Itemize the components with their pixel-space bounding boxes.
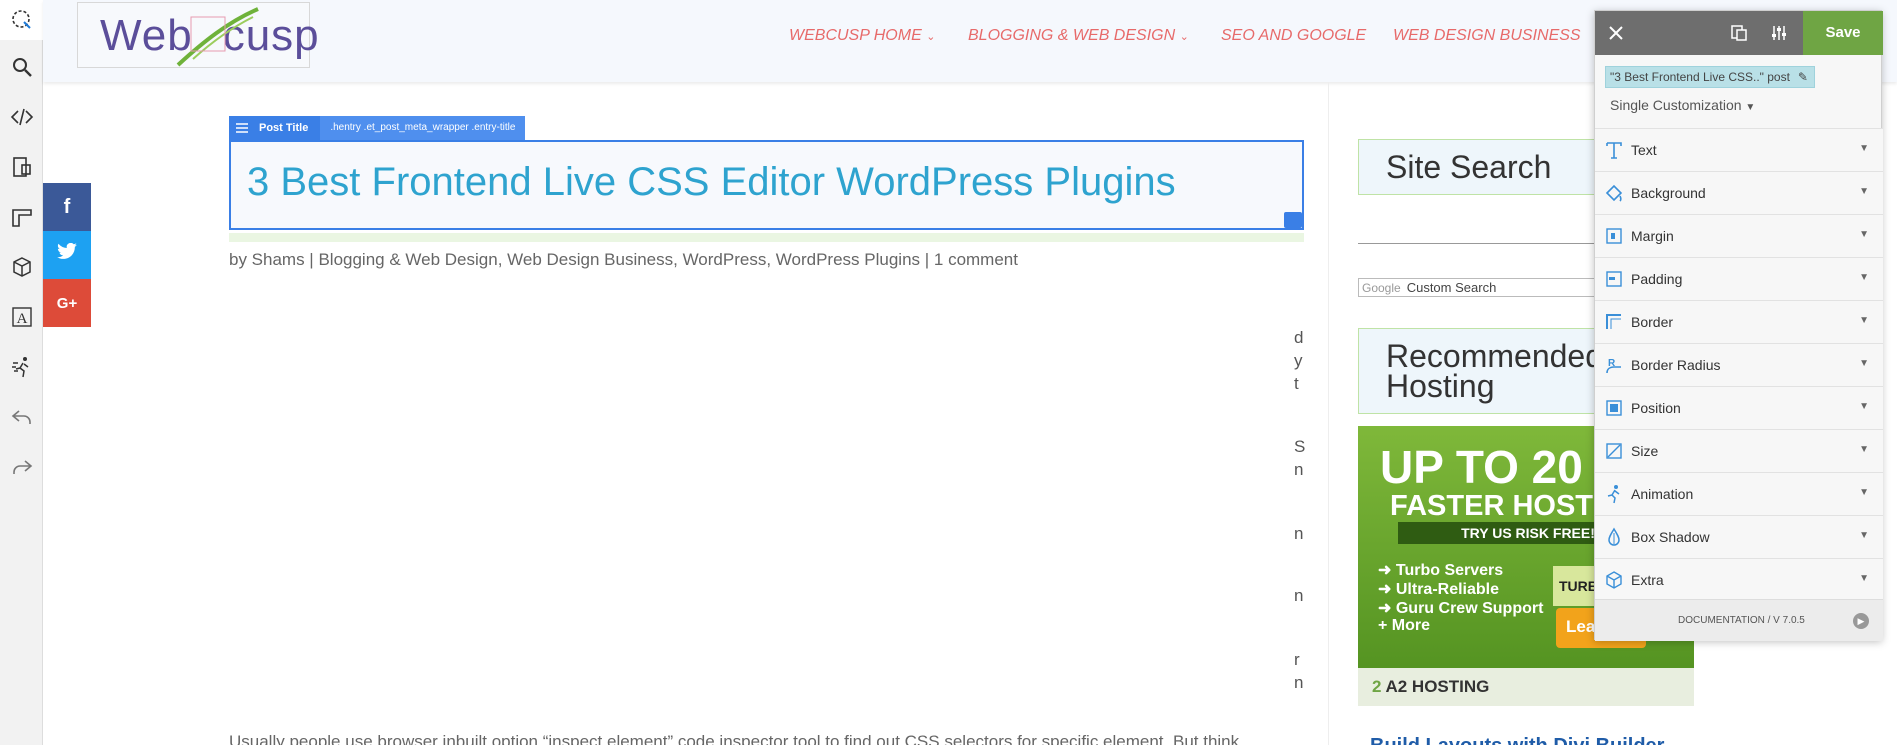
- ruler-icon[interactable]: [0, 197, 43, 237]
- section-position[interactable]: Position ▼: [1595, 387, 1883, 430]
- section-border-radius[interactable]: R Border Radius ▼: [1595, 344, 1883, 387]
- text-fragment: n: [1294, 673, 1304, 692]
- text-fragment: n: [1294, 460, 1304, 479]
- menu-icon[interactable]: [229, 116, 255, 140]
- post-meta: by Shams | Blogging & Web Design, Web De…: [229, 250, 1018, 269]
- customization-dropdown[interactable]: Single Customization ▼: [1610, 97, 1755, 113]
- text-fragment: t: [1294, 374, 1299, 393]
- post-title: 3 Best Frontend Live CSS Editor WordPres…: [247, 160, 1176, 204]
- section-extra[interactable]: Extra ▼: [1595, 559, 1883, 602]
- text-fragment: r: [1294, 650, 1300, 669]
- custom-search-placeholder: Custom Search: [1406, 280, 1497, 295]
- background-icon: [1605, 184, 1623, 202]
- content-divider: [1328, 82, 1329, 745]
- save-button[interactable]: Save: [1803, 11, 1883, 55]
- padding-icon: [1606, 271, 1622, 287]
- section-border[interactable]: Border ▼: [1595, 301, 1883, 344]
- chevron-down-icon: ⌄: [926, 31, 936, 43]
- cube-icon[interactable]: [0, 247, 43, 287]
- element-tag-bar[interactable]: Post Title .hentry .et_post_meta_wrapper…: [229, 116, 526, 140]
- post-title-selected-box[interactable]: 3 Best Frontend Live CSS Editor WordPres…: [229, 140, 1304, 230]
- panel-footer: DOCUMENTATION / V 7.0.5 ▶: [1595, 599, 1883, 641]
- search-icon[interactable]: [0, 47, 43, 87]
- cube-icon: [1606, 571, 1622, 589]
- section-size[interactable]: Size ▼: [1595, 430, 1883, 473]
- size-icon: [1606, 443, 1622, 459]
- text-fragment: n: [1294, 524, 1304, 543]
- site-logo[interactable]: Web cusp: [77, 2, 319, 68]
- border-radius-icon: R: [1606, 358, 1621, 374]
- pencil-icon[interactable]: ✎: [1798, 67, 1808, 87]
- settings-sliders-icon[interactable]: [1759, 11, 1799, 55]
- ad-subheadline: FASTER HOST: [1390, 490, 1594, 522]
- facebook-icon: f: [63, 195, 71, 218]
- responsive-icon[interactable]: [1719, 11, 1759, 55]
- documentation-link[interactable]: DOCUMENTATION / V 7.0.5: [1678, 615, 1805, 626]
- post-body-text: Usually people use browser inbuilt optio…: [229, 732, 1240, 745]
- undo-icon[interactable]: [0, 397, 43, 437]
- selector-icon[interactable]: [0, 0, 43, 40]
- element-tag-label: Post Title: [255, 116, 321, 140]
- code-icon[interactable]: [0, 97, 43, 137]
- css-editor-panel: Save "3 Best Frontend Live CSS.." post ✎…: [1594, 10, 1883, 641]
- animation-icon[interactable]: [0, 347, 43, 387]
- chevron-down-icon: ⌄: [1179, 31, 1189, 43]
- svg-text:A: A: [16, 311, 27, 327]
- close-icon[interactable]: [1595, 11, 1637, 55]
- ad-footer: 2 A2 HOSTING: [1358, 668, 1694, 706]
- nav-web-design-business[interactable]: WEB DESIGN BUSINESS: [1393, 27, 1581, 45]
- resize-icon[interactable]: [1284, 212, 1302, 228]
- layout-icon[interactable]: [0, 147, 43, 187]
- section-padding[interactable]: Padding ▼: [1595, 258, 1883, 301]
- chevron-down-icon: ▼: [1745, 102, 1756, 113]
- logo-leaf-icon: [176, 7, 259, 67]
- border-icon: [1606, 314, 1621, 329]
- search-divider: [1358, 243, 1598, 244]
- text-fragment: d: [1294, 328, 1304, 347]
- ad-bullet: + More: [1378, 617, 1431, 634]
- text-fragment: n: [1294, 586, 1304, 605]
- twitter-share-button[interactable]: [43, 231, 91, 279]
- ad-bullet: Guru Crew Support: [1395, 600, 1544, 617]
- drop-icon: [1608, 527, 1620, 546]
- margin-icon: [1606, 228, 1622, 244]
- play-icon[interactable]: ▶: [1853, 613, 1869, 629]
- post-chip[interactable]: "3 Best Frontend Live CSS.." post ✎: [1605, 66, 1815, 88]
- animation-icon: [1607, 485, 1620, 504]
- text-icon: [1606, 142, 1622, 159]
- google-brand: Google: [1362, 281, 1401, 295]
- nav-seo-and-google[interactable]: SEO AND GOOGLE: [1221, 27, 1366, 45]
- ad-bullet: Ultra-Reliable: [1395, 581, 1499, 598]
- redo-icon[interactable]: [0, 447, 43, 487]
- title-margin-highlight: [229, 233, 1304, 242]
- section-background[interactable]: Background ▼: [1595, 172, 1883, 215]
- ad-bullet: Turbo Servers: [1395, 562, 1504, 579]
- nav-blogging-web-design[interactable]: BLOGGING & WEB DESIGN ⌄: [968, 27, 1189, 45]
- element-css-selector: .hentry .et_post_meta_wrapper .entry-tit…: [320, 116, 526, 140]
- text-fragment: y: [1294, 351, 1303, 370]
- googleplus-icon: G+: [56, 294, 78, 312]
- left-toolbar: A: [0, 0, 43, 745]
- twitter-icon: [56, 242, 78, 267]
- googleplus-share-button[interactable]: G+: [43, 279, 91, 327]
- position-icon: [1606, 400, 1622, 416]
- custom-search-input[interactable]: Google Custom Search: [1358, 278, 1598, 297]
- facebook-share-button[interactable]: f: [43, 183, 91, 231]
- section-margin[interactable]: Margin ▼: [1595, 215, 1883, 258]
- font-icon[interactable]: A: [0, 297, 43, 337]
- section-animation[interactable]: Animation ▼: [1595, 473, 1883, 516]
- ad-headline: UP TO 20: [1380, 441, 1583, 493]
- divi-builder-link[interactable]: Build Layouts with Divi Builder: [1370, 735, 1664, 745]
- nav-webcusp-home[interactable]: WEBCUSP HOME ⌄: [789, 27, 935, 45]
- section-text[interactable]: Text ▼: [1595, 129, 1883, 172]
- text-fragment: S: [1294, 437, 1306, 456]
- section-box-shadow[interactable]: Box Shadow ▼: [1595, 516, 1883, 559]
- panel-topbar: Save: [1595, 11, 1883, 55]
- property-section-list: Text ▼ Background ▼ Margin ▼ Padding ▼ Borde…: [1595, 128, 1883, 602]
- a2-logo-icon: 2: [1372, 677, 1382, 696]
